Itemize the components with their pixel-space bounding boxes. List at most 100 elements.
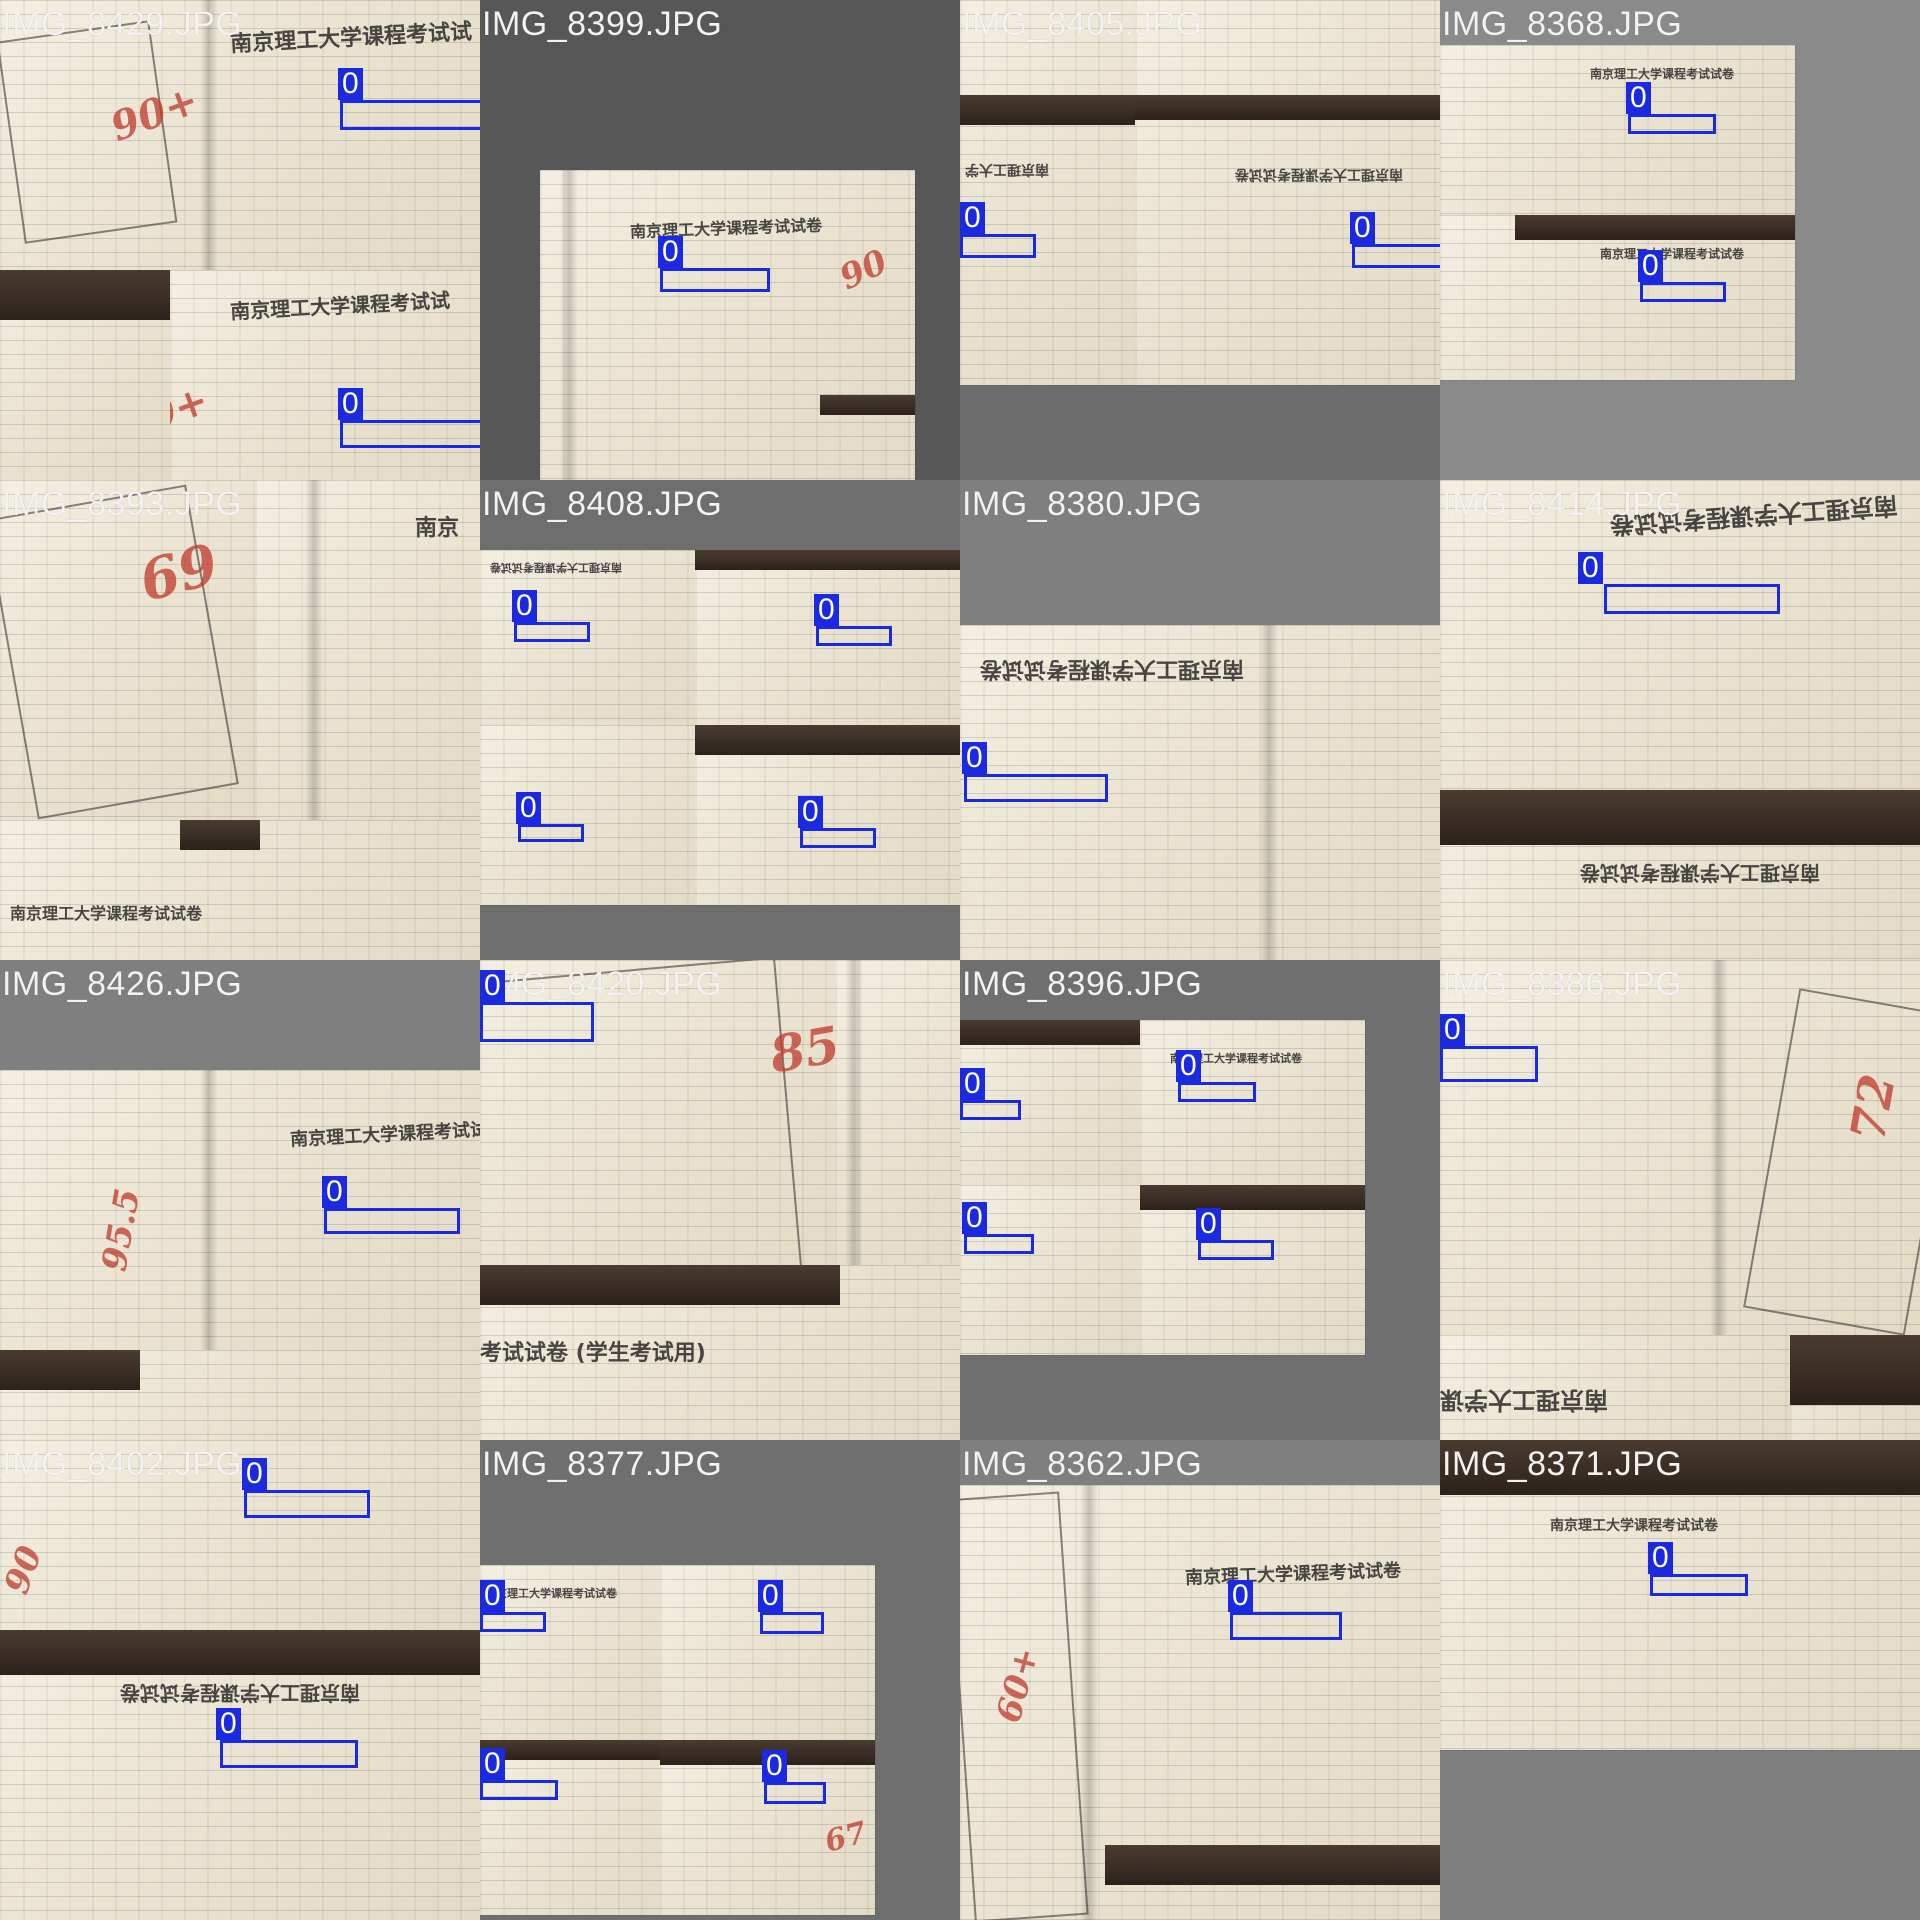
class-label: 0 [480, 970, 505, 1002]
image-filename: IMG_8368.JPG [1442, 5, 1683, 43]
exam-photo [1790, 1335, 1920, 1440]
class-label: 0 [480, 1580, 505, 1612]
class-label: 0 [1350, 212, 1375, 244]
detection-box [960, 1100, 1021, 1120]
class-label: 0 [512, 590, 537, 622]
detection-box [514, 622, 590, 642]
mosaic-tile: 90 南京理工大学课程考试试卷 IMG_8402.JPG 0 0 [0, 1440, 480, 1920]
detection-box [1650, 1574, 1748, 1596]
image-filename: IMG_8426.JPG [2, 965, 243, 1003]
image-filename: IMG_8399.JPG [482, 5, 723, 43]
image-filename: IMG_8377.JPG [482, 1445, 723, 1483]
exam-photo: 南京理工大学课程考试试卷 [480, 1565, 661, 1741]
image-filename: IMG_8408.JPG [482, 485, 723, 523]
mosaic-tile: 南京理工大学课程考试试卷 90 IMG_8399.JPG 0 [480, 0, 960, 480]
exam-heading: 南京理工大学课程考试试卷 [1550, 1518, 1718, 1534]
class-label: 0 [962, 742, 987, 774]
detection-box [1640, 282, 1726, 302]
detection-box [244, 1490, 370, 1518]
mosaic-tile: 南京理工大学 南京理工大学课程考试试卷 IMG_8405.JPG 0 0 [960, 0, 1440, 480]
class-label: 0 [338, 68, 363, 100]
mosaic-tile: 南京理工大学课程考试试卷 南京理工大学课程考试试卷 IMG_8368.JPG 0… [1440, 0, 1920, 480]
exam-photo: 南京理工大学课程考试试卷 [1440, 45, 1796, 216]
exam-photo [0, 270, 171, 480]
detection-box [964, 774, 1108, 802]
class-label: 0 [814, 594, 839, 626]
exam-heading: 南京理工大学课程考试试卷 [1235, 166, 1403, 182]
class-label: 0 [1176, 1050, 1201, 1082]
class-label: 0 [1638, 250, 1663, 282]
image-filename: IMG_8402.JPG [2, 1445, 243, 1483]
exam-photo [480, 1740, 661, 1916]
exam-photo [695, 725, 960, 906]
class-label: 0 [338, 388, 363, 420]
image-filename: IMG_8362.JPG [962, 1445, 1203, 1483]
image-filename: IMG_8429.JPG [2, 5, 243, 43]
exam-heading: 南京理工大学课 [1440, 1386, 1608, 1414]
exam-heading: 南京理工大学课程考试试卷 [485, 1587, 617, 1600]
exam-heading: 南京理工大学课程考试试卷 [980, 656, 1245, 681]
detection-box [1440, 1046, 1538, 1082]
detection-box [964, 1234, 1034, 1254]
detection-box [480, 1612, 546, 1632]
exam-photo: 南京理工大学课程考试试卷 [1135, 0, 1440, 386]
detection-box [660, 268, 770, 292]
mosaic-tile: 南京理工大学课程考试试卷 IMG_8380.JPG 0 [960, 480, 1440, 960]
detection-box [340, 420, 480, 448]
class-label: 0 [242, 1458, 267, 1490]
exam-heading: 南京理工大学课程考试试卷 [120, 1681, 360, 1705]
mosaic-tile: 南京理工大学课程考试试卷 95.5 IMG_8426.JPG 0 [0, 960, 480, 1440]
class-label: 0 [960, 1068, 985, 1100]
detection-box [1352, 244, 1440, 268]
mosaic-tile: 南京理工大学课程考试试卷 IMG_8408.JPG 0 0 0 0 [480, 480, 960, 960]
exam-photo: 南京理工大学课程考试试卷 [1440, 215, 1796, 381]
detection-box [1628, 114, 1716, 134]
class-label: 0 [1196, 1208, 1221, 1240]
class-label: 0 [1228, 1580, 1253, 1612]
exam-photo: 72 [1440, 960, 1920, 1336]
image-filename: IMG_8414.JPG [1442, 485, 1683, 523]
exam-photo [0, 1350, 480, 1440]
exam-photo: 南京 [255, 480, 480, 821]
class-label: 0 [1578, 552, 1603, 584]
class-label: 0 [758, 1580, 783, 1612]
class-label: 0 [216, 1708, 241, 1740]
mosaic-tile: 69 南京 南京理工大学课程考试试卷 IMG_8393.JPG [0, 480, 480, 960]
detection-box [960, 234, 1036, 258]
detection-box [480, 1780, 558, 1800]
image-filename: IMG_8405.JPG [962, 5, 1203, 43]
class-label: 0 [762, 1750, 787, 1782]
detection-box [1230, 1612, 1342, 1640]
exam-photo: 南京理工大学课程考试试卷 90 [540, 170, 916, 480]
class-label: 0 [516, 792, 541, 824]
detection-box [480, 1002, 594, 1042]
mosaic-tile: 72 南京理工大学课 IMG_8386.JPG 0 [1440, 960, 1920, 1440]
exam-heading: 南京理工大学课程考试试卷 [10, 904, 203, 923]
mosaic-tile: 南京理工大学课程考试试卷 IMG_8371.JPG 0 [1440, 1440, 1920, 1920]
score-mark: 85 [765, 1014, 836, 1085]
detection-box [340, 100, 480, 130]
detection-box [324, 1208, 460, 1234]
detection-mosaic: 南京理工大学课程考试试 90+ 南京理工大学课程考试试 90+ IMG_8429… [0, 0, 1920, 1920]
detection-box [1198, 1240, 1274, 1260]
exam-photo: 南京理工大学课程考试试卷 [1440, 480, 1920, 791]
detection-box [1178, 1082, 1256, 1102]
exam-photo: 南京理工大学课程考试试 90+ [170, 270, 480, 480]
exam-photo: 南京理工大学课程考试试卷 [1440, 790, 1920, 960]
image-filename: IMG_8420.JPG [482, 965, 723, 1003]
detection-box [518, 824, 584, 842]
class-label: 0 [798, 796, 823, 828]
class-label: 0 [1648, 1542, 1673, 1574]
detection-box [760, 1612, 824, 1634]
exam-photo [480, 725, 696, 906]
exam-photo: 南京理工大学课 [1440, 1335, 1791, 1440]
class-label: 0 [322, 1176, 347, 1208]
exam-photo [835, 960, 960, 1266]
exam-photo: 南京理工大学课程考试试卷 60+ [960, 1485, 1440, 1920]
exam-photo: 南京理工大学课程考试试卷 [0, 1630, 480, 1920]
exam-photo [960, 1185, 1141, 1356]
exam-heading: 考试试卷 (学生考试用) [480, 1341, 706, 1366]
mosaic-tile: 南京理工大学课程考试试 90+ 南京理工大学课程考试试 90+ IMG_8429… [0, 0, 480, 480]
exam-photo: 69 [0, 480, 256, 821]
class-label: 0 [480, 1748, 505, 1780]
